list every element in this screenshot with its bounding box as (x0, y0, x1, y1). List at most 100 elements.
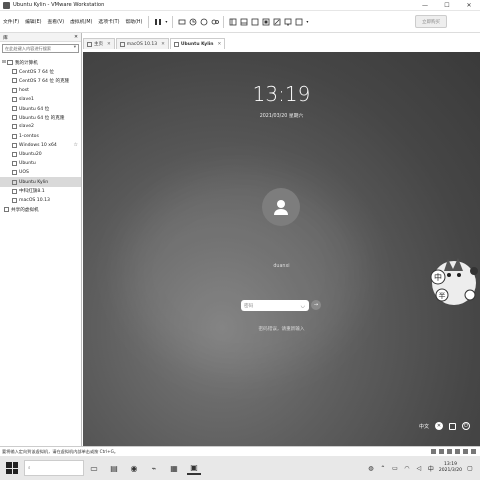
revert-snapshot-icon[interactable] (199, 16, 208, 27)
tree-shared-vms[interactable]: 共享的虚拟机 (0, 205, 81, 214)
tabs-icon[interactable] (250, 16, 259, 27)
login-arrow-button[interactable]: → (311, 300, 321, 310)
send-keys-icon[interactable] (177, 16, 186, 27)
pause-icon[interactable] (153, 16, 162, 27)
network-icon[interactable] (447, 449, 452, 454)
password-placeholder: 密码 (244, 303, 254, 309)
tab-macos[interactable]: macOS 10.13 ✕ (115, 38, 169, 49)
title-bar: Ubuntu Kylin - VMware Workstation — ☐ ✕ (0, 0, 480, 11)
search-icon: ⌕ (28, 466, 31, 471)
tree-item-vm[interactable]: UOS (0, 168, 81, 177)
menu-help[interactable]: 帮助(H) (122, 18, 145, 25)
usb-icon[interactable] (455, 449, 460, 454)
tree-item-vm[interactable]: slave1 (0, 95, 81, 104)
window-title: Ubuntu Kylin - VMware Workstation (13, 2, 105, 8)
library-search-input[interactable]: 在此处键入内容进行搜索 ▾ (2, 44, 79, 53)
tree-item-vm[interactable]: Ubuntu 64 位 (0, 104, 81, 113)
password-input[interactable]: 密码 ◡ (241, 300, 309, 311)
user-icon (274, 200, 288, 215)
network-tray-icon[interactable]: ◠ (403, 464, 411, 472)
tree-item-vm[interactable]: host (0, 86, 81, 95)
acrobat-icon[interactable]: ⌁ (147, 461, 161, 475)
thumbnail-icon[interactable] (239, 16, 248, 27)
tree-item-vm[interactable]: slave2 (0, 122, 81, 131)
tree-item-vm[interactable]: CentOS 7 64 位 的克隆 (0, 76, 81, 85)
maximize-button[interactable]: ☐ (436, 0, 458, 11)
library-title: 库 (3, 35, 8, 41)
minimize-button[interactable]: — (414, 0, 436, 11)
sound-icon[interactable] (463, 449, 468, 454)
windows-start-icon[interactable] (6, 462, 18, 474)
avatar[interactable] (262, 188, 300, 226)
tree-item-vm[interactable]: 中科红旗8.1 (0, 187, 81, 196)
menu-file[interactable]: 文件(F) (0, 18, 22, 25)
tree-item-vm[interactable]: Ubuntu 64 位 的克隆 (0, 113, 81, 122)
display-icon[interactable] (471, 449, 476, 454)
vmware-logo-icon (3, 1, 10, 9)
favorite-icon[interactable]: ☆ (74, 142, 78, 148)
unity-icon[interactable] (272, 16, 281, 27)
accessibility-icon[interactable]: ✕ (435, 422, 443, 430)
home-icon (87, 41, 92, 47)
sidebar-toggle-icon[interactable] (228, 16, 237, 27)
chevron-up-icon[interactable]: ⌃ (379, 464, 387, 472)
tree-item-vm[interactable]: Ubuntu (0, 159, 81, 168)
store-icon[interactable]: ▦ (167, 461, 181, 475)
tab-ubuntu-kylin[interactable]: Ubuntu Kylin ✕ (169, 38, 226, 49)
chevron-down-icon[interactable]: ▾ (74, 45, 76, 50)
tree-item-vm[interactable]: Windows 10 x64 ☆ (0, 141, 81, 150)
task-view-icon[interactable]: ▭ (87, 461, 101, 475)
tree-item-label: UOS (19, 170, 29, 176)
vmware-taskbar-icon[interactable]: ▣ (187, 461, 201, 475)
show-password-icon[interactable]: ◡ (301, 303, 305, 309)
password-error-hint: 密码错误，请重新输入 (258, 327, 305, 332)
menu-view[interactable]: 查看(V) (44, 18, 67, 25)
dropdown-icon[interactable]: ▾ (305, 16, 309, 27)
menu-vm[interactable]: 虚拟机(M) (67, 18, 95, 25)
tab-home[interactable]: 主页 ✕ (83, 38, 115, 49)
power-icon[interactable]: ⏻ (462, 422, 470, 430)
menu-edit[interactable]: 编辑(E) (22, 18, 44, 25)
tree-item-vm[interactable]: macOS 10.13 (0, 196, 81, 205)
snapshot-icon[interactable] (188, 16, 197, 27)
menu-tabs[interactable]: 选项卡(T) (95, 18, 122, 25)
close-icon[interactable]: ✕ (161, 42, 165, 47)
tree-item-vm[interactable]: CentOS 7 64 位 (0, 67, 81, 76)
tree-item-vm[interactable]: Ubuntu Kylin (0, 177, 81, 187)
stretch-icon[interactable] (294, 16, 303, 27)
explorer-icon[interactable]: ▤ (107, 461, 121, 475)
close-icon[interactable]: ✕ (218, 42, 222, 47)
volume-icon[interactable]: ◁ (415, 464, 423, 472)
browser-icon[interactable]: ◉ (127, 461, 141, 475)
vm-icon (12, 142, 17, 148)
vm-display[interactable]: 13:19 2021/03/20 星期六 duanxi 密码 ◡ → 密码错误，… (83, 52, 480, 446)
close-icon[interactable]: ✕ (74, 35, 78, 40)
vm-icon (12, 78, 17, 84)
taskbar-clock[interactable]: 13:19 2021/3/20 (439, 462, 462, 474)
tree-item-label: Ubuntu20 (19, 151, 42, 157)
hdd-icon[interactable] (431, 449, 436, 454)
taskbar-search-input[interactable]: ⌕ (24, 460, 84, 476)
input-method-label[interactable]: 中文 (419, 423, 429, 430)
wechat-icon[interactable]: ◍ (367, 464, 375, 472)
snapshot-manager-icon[interactable] (210, 16, 219, 27)
vm-icon (12, 115, 17, 121)
battery-icon[interactable]: ▭ (391, 464, 399, 472)
cdrom-icon[interactable] (439, 449, 444, 454)
close-icon[interactable]: ✕ (107, 42, 111, 47)
lock-date: 2021/03/20 星期六 (259, 114, 304, 119)
tree-root-my-computer[interactable]: ⊟ 我的计算机 (0, 58, 81, 67)
tree-item-vm[interactable]: 1-centos (0, 132, 81, 141)
close-button[interactable]: ✕ (458, 0, 480, 11)
upgrade-button[interactable]: 立即购买 (415, 15, 447, 28)
taskbar-date: 2021/3/20 (438, 468, 462, 473)
notification-icon[interactable]: ▢ (466, 464, 474, 472)
dropdown-icon[interactable]: ▾ (164, 16, 168, 27)
collapse-icon[interactable]: ⊟ (2, 60, 6, 65)
console-view-icon[interactable] (283, 16, 292, 27)
tree-item-label: Ubuntu (19, 161, 36, 167)
tree-item-vm[interactable]: Ubuntu20 (0, 150, 81, 159)
keyboard-icon[interactable] (449, 422, 456, 430)
ime-indicator[interactable]: 中 (427, 464, 435, 473)
fullscreen-icon[interactable] (261, 16, 270, 27)
